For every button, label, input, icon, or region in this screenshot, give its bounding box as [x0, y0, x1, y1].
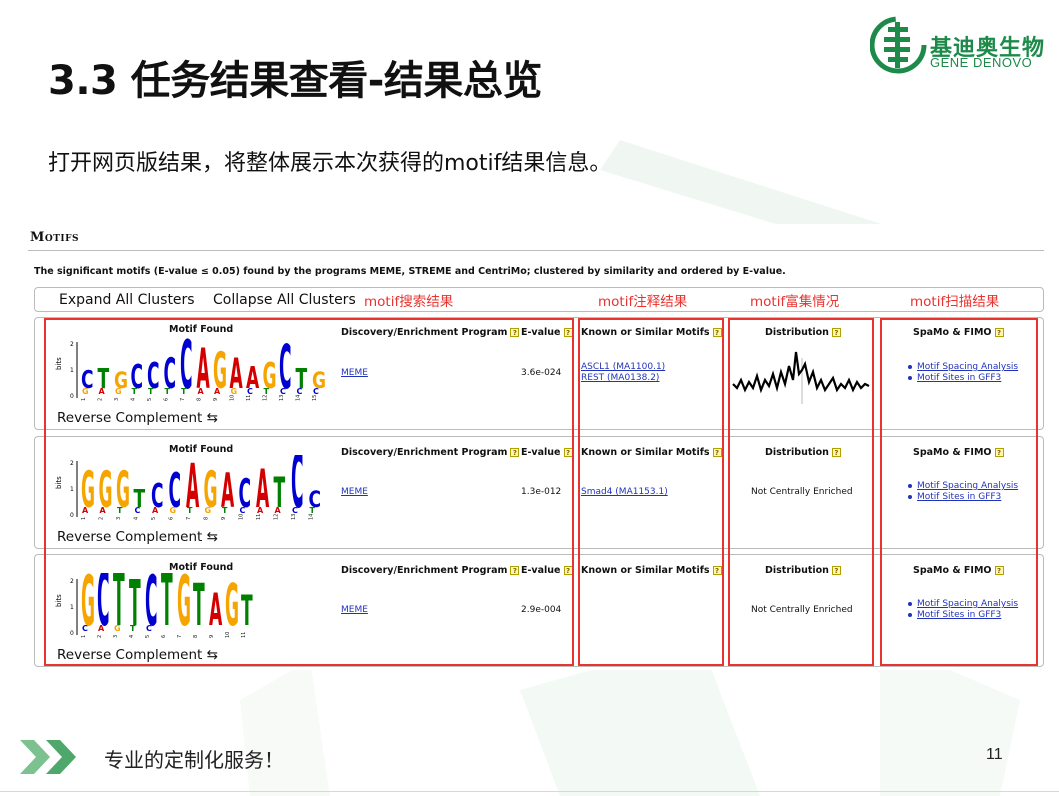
annotation-box-motif-scanning: [880, 318, 1038, 666]
annotation-box-motif-search: [44, 318, 574, 666]
annotation-motif-enrichment: motif富集情况: [750, 294, 840, 310]
annotation-box-motif-enrichment: [728, 318, 874, 666]
motifs-section-title: Motifs: [30, 230, 80, 245]
logo-english-name: GENE DENOVO: [930, 55, 1033, 70]
expand-all-clusters-button[interactable]: Expand All Clusters: [59, 292, 195, 308]
slide-subtitle: 打开网页版结果，将整体展示本次获得的motif结果信息。: [48, 151, 612, 176]
section-divider: [28, 250, 1044, 251]
annotation-motif-annotation: motif注释结果: [598, 294, 688, 310]
annotation-motif-search: motif搜索结果: [364, 294, 454, 310]
page-number: 11: [986, 746, 1003, 763]
collapse-all-clusters-button[interactable]: Collapse All Clusters: [213, 292, 356, 308]
annotation-box-motif-annotation: [578, 318, 724, 666]
cluster-controls: Expand All Clusters Collapse All Cluster…: [34, 287, 1044, 312]
logo-emblem-icon: [870, 16, 927, 74]
bottom-border: [0, 791, 1059, 792]
footer-slogan: 专业的定制化服务！: [104, 748, 284, 772]
motifs-report-panel: Motifs The significant motifs (E-value ≤…: [28, 224, 1048, 670]
footer-chevrons-icon: [20, 740, 76, 774]
annotation-motif-scanning: motif扫描结果: [910, 294, 1000, 310]
motifs-summary: The significant motifs (E-value ≤ 0.05) …: [34, 266, 786, 277]
company-logo: 基迪奥生物 GENE DENOVO: [870, 12, 1050, 78]
slide-title: 3.3 任务结果查看-结果总览: [48, 58, 542, 104]
